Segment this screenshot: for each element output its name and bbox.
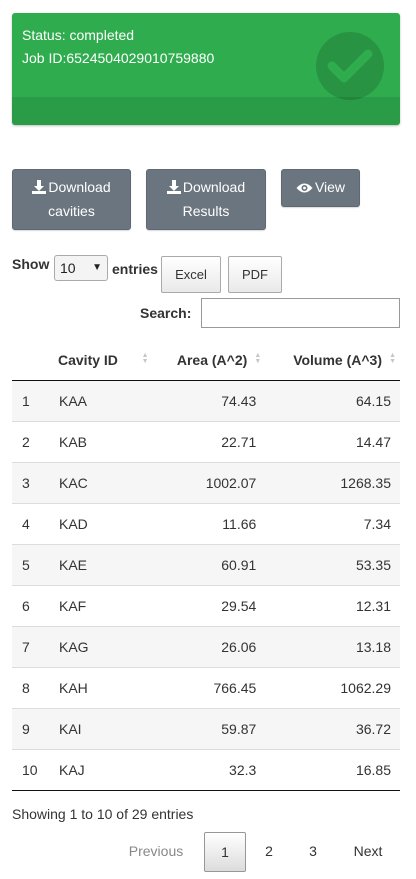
column-header-label: Cavity ID <box>58 351 118 368</box>
table-row[interactable]: 7 KAG 26.06 13.18 <box>12 625 400 667</box>
volume-cell: 36.72 <box>265 707 400 749</box>
status-line: Status: completed <box>22 27 135 43</box>
volume-cell: 12.31 <box>265 584 400 626</box>
area-cell: 766.45 <box>152 666 266 708</box>
row-index: 10 <box>12 748 50 791</box>
row-index: 2 <box>12 420 50 462</box>
row-index: 3 <box>12 461 50 503</box>
cavity-id-cell: KAD <box>50 502 153 544</box>
download-cavities-button[interactable]: Download cavities <box>12 169 131 230</box>
row-index: 1 <box>12 380 50 421</box>
column-header-cavity-id[interactable]: Cavity ID ▲ ▼ <box>50 340 153 381</box>
cavity-id-cell: KAA <box>50 380 153 421</box>
column-header-label: Volume (A^3) <box>293 351 382 368</box>
table-info: Showing 1 to 10 of 29 entries <box>12 806 194 822</box>
area-cell: 74.43 <box>152 380 266 421</box>
sort-icon: ▲ ▼ <box>141 352 149 365</box>
excel-button[interactable]: Excel <box>161 256 221 293</box>
row-index: 7 <box>12 625 50 667</box>
volume-cell: 53.35 <box>265 543 400 585</box>
download-results-button[interactable]: Download Results <box>146 169 266 230</box>
cavity-id-cell: KAJ <box>50 748 153 791</box>
cavity-id-cell: KAE <box>50 543 153 585</box>
volume-cell: 13.18 <box>265 625 400 667</box>
cavity-id-cell: KAH <box>50 666 153 708</box>
area-cell: 22.71 <box>152 420 266 462</box>
download-results-label-1: Download <box>182 179 246 195</box>
column-header-index <box>12 340 50 381</box>
area-cell: 32.3 <box>152 748 266 791</box>
search-label: Search: <box>140 305 192 321</box>
area-cell: 29.54 <box>152 584 266 626</box>
cavity-id-cell: KAG <box>50 625 153 667</box>
table-row[interactable]: 5 KAE 60.91 53.35 <box>12 543 400 585</box>
job-id-line: Job ID:6524504029010759880 <box>22 50 215 66</box>
chevron-down-icon: ▼ <box>92 262 102 273</box>
column-header-area[interactable]: Area (A^2) ▲ ▼ <box>152 340 266 381</box>
area-cell: 1002.07 <box>152 461 266 503</box>
table-row[interactable]: 8 KAH 766.45 1062.29 <box>12 666 400 708</box>
show-label: Show <box>12 256 50 272</box>
area-cell: 11.66 <box>152 502 266 544</box>
view-button[interactable]: View <box>281 169 360 207</box>
cavity-id-cell: KAF <box>50 584 153 626</box>
sort-icon: ▲ ▼ <box>254 352 262 365</box>
pagination-page-1[interactable]: 1 <box>204 832 246 872</box>
volume-cell: 14.47 <box>265 420 400 462</box>
pagination-page-3[interactable]: 3 <box>292 832 334 872</box>
row-index: 6 <box>12 584 50 626</box>
status-box-footer <box>12 97 400 125</box>
page-length-value: 10 <box>60 260 76 276</box>
pagination-page-2[interactable]: 2 <box>248 832 290 872</box>
page-length-select[interactable]: 10 ▼ <box>54 255 108 281</box>
download-cavities-label-1: Download <box>48 179 111 195</box>
search-input[interactable] <box>201 298 400 328</box>
volume-cell: 64.15 <box>265 380 400 421</box>
table-row[interactable]: 4 KAD 11.66 7.34 <box>12 502 400 544</box>
pdf-button[interactable]: PDF <box>228 256 282 293</box>
table-row[interactable]: 6 KAF 29.54 12.31 <box>12 584 400 626</box>
view-label: View <box>314 179 346 195</box>
table-row[interactable]: 10 KAJ 32.3 16.85 <box>12 748 400 791</box>
pagination-next[interactable]: Next <box>340 832 396 872</box>
table-row[interactable]: 2 KAB 22.71 14.47 <box>12 420 400 462</box>
entries-label: entries <box>112 261 158 277</box>
row-index: 8 <box>12 666 50 708</box>
status-text: Status: completed Job ID:652450402901075… <box>22 24 214 70</box>
row-index: 9 <box>12 707 50 749</box>
cavity-id-cell: KAC <box>50 461 153 503</box>
area-cell: 60.91 <box>152 543 266 585</box>
cavity-id-cell: KAB <box>50 420 153 462</box>
download-results-label-2: Results <box>182 203 230 219</box>
row-index: 4 <box>12 502 50 544</box>
pagination-previous[interactable]: Previous <box>116 832 196 872</box>
volume-cell: 16.85 <box>265 748 400 791</box>
table-row[interactable]: 9 KAI 59.87 36.72 <box>12 707 400 749</box>
area-cell: 26.06 <box>152 625 266 667</box>
volume-cell: 1268.35 <box>265 461 400 503</box>
cavity-id-cell: KAI <box>50 707 153 749</box>
volume-cell: 7.34 <box>265 502 400 544</box>
sort-icon: ▲ ▼ <box>389 352 396 365</box>
download-icon <box>166 180 181 194</box>
table-row[interactable]: 3 KAC 1002.07 1268.35 <box>12 461 400 503</box>
eye-icon <box>296 183 313 193</box>
volume-cell: 1062.29 <box>265 666 400 708</box>
download-cavities-label-2: cavities <box>48 203 95 219</box>
check-circle-icon <box>316 32 384 100</box>
area-cell: 59.87 <box>152 707 266 749</box>
row-index: 5 <box>12 543 50 585</box>
table-row[interactable]: 1 KAA 74.43 64.15 <box>12 380 400 421</box>
table-header-row: Cavity ID ▲ ▼ Area (A^2) ▲ ▼ Volume (A^3) ▲ ▼ <box>12 340 400 381</box>
job-status-box: Status: completed Job ID:652450402901075… <box>12 13 400 125</box>
cavities-table: Cavity ID ▲ ▼ Area (A^2) ▲ ▼ Volume (A^3) ▲ ▼ … <box>12 340 400 791</box>
column-header-volume[interactable]: Volume (A^3) ▲ ▼ <box>265 340 400 381</box>
column-header-label: Area (A^2) <box>176 351 248 368</box>
download-icon <box>32 180 47 194</box>
